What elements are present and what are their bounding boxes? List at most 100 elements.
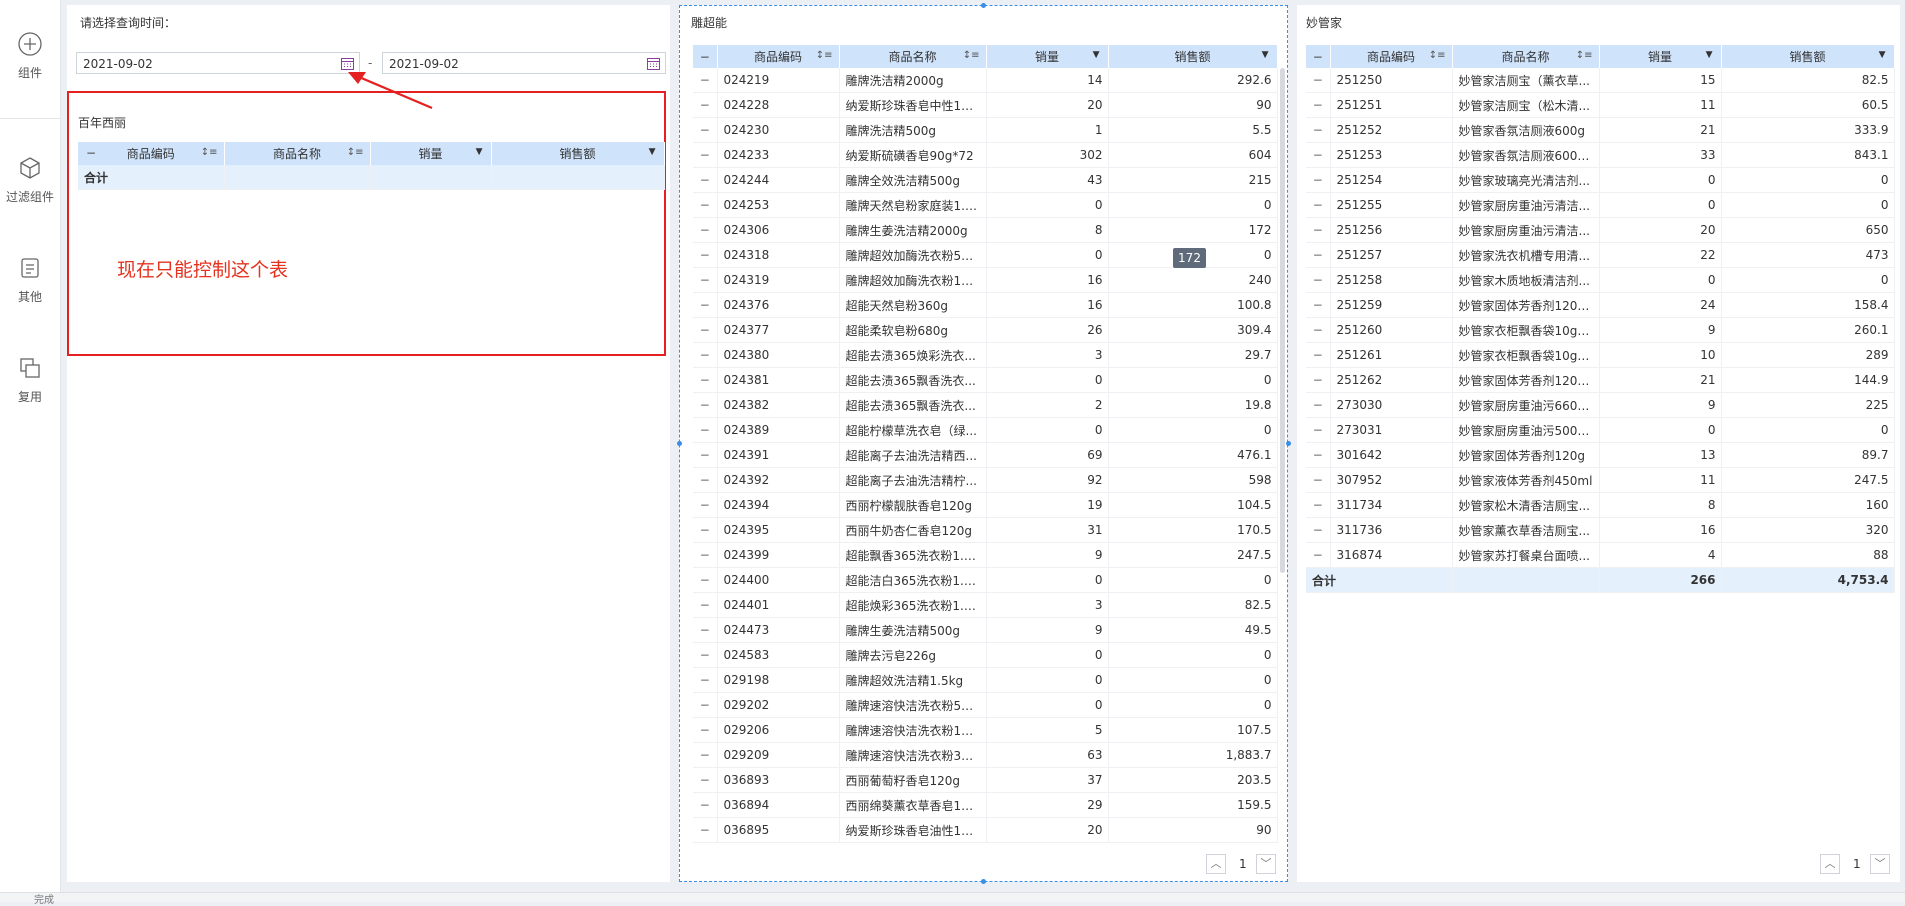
row-collapse-icon[interactable]: − [693,267,718,293]
row-collapse-icon[interactable]: − [1306,142,1331,168]
sort-icon[interactable]: ↕≡ [1429,50,1446,61]
row-collapse-icon[interactable]: − [1306,442,1331,468]
row-collapse-icon[interactable]: − [693,217,718,243]
resize-handle[interactable] [1286,441,1291,446]
row-collapse-icon[interactable]: − [1306,217,1331,243]
row-collapse-icon[interactable]: − [693,542,718,568]
page-up-button[interactable]: ︿ [1820,854,1840,874]
row-collapse-icon[interactable]: − [693,142,718,168]
row-collapse-icon[interactable]: − [693,817,718,843]
row-collapse-icon[interactable]: − [693,667,718,693]
row-collapse-icon[interactable]: − [1306,342,1331,368]
plus-circle-icon [18,32,42,56]
collapse-icon[interactable]: − [1313,50,1323,64]
row-collapse-icon[interactable]: − [693,392,718,418]
sort-icon[interactable]: ↕≡ [816,50,833,61]
row-collapse-icon[interactable]: − [693,642,718,668]
row-collapse-icon[interactable]: − [693,717,718,743]
sidebar-item-other[interactable]: 其他 [0,254,60,305]
row-collapse-icon[interactable]: − [1306,392,1331,418]
row-collapse-icon[interactable]: − [693,792,718,818]
column-header-name[interactable]: 商品名称 ↕≡ [839,45,987,68]
sort-icon[interactable]: ↕≡ [963,50,980,61]
dropdown-icon[interactable]: ▼ [476,147,483,157]
row-collapse-icon[interactable]: − [693,68,718,93]
row-collapse-icon[interactable]: − [1306,242,1331,268]
row-collapse-icon[interactable]: − [1306,267,1331,293]
vertical-scrollbar[interactable] [1280,68,1285,573]
sort-icon[interactable]: ↕≡ [1576,50,1593,61]
page-up-button[interactable]: ︿ [1206,854,1226,874]
sidebar-item-reuse[interactable]: 复用 [0,354,60,405]
column-header-code[interactable]: − 商品编码 ↕≡ [78,142,225,165]
column-header-amount[interactable]: 销售额 ▼ [491,142,665,165]
row-collapse-icon[interactable]: − [693,117,718,143]
cell-amount: 19.8 [1108,392,1278,418]
row-collapse-icon[interactable]: − [1306,117,1331,143]
column-header-code[interactable]: 商品编码 ↕≡ [717,45,840,68]
cell-qty: 21 [1599,367,1722,393]
column-header-name[interactable]: 商品名称 ↕≡ [224,142,371,165]
collapse-all-header[interactable]: − [1306,45,1331,68]
row-collapse-icon[interactable]: − [1306,467,1331,493]
row-collapse-icon[interactable]: − [1306,68,1331,93]
column-header-qty[interactable]: 销量 ▼ [1599,45,1722,68]
page-down-button[interactable]: ﹀ [1256,854,1276,874]
row-collapse-icon[interactable]: − [693,567,718,593]
row-collapse-icon[interactable]: − [693,317,718,343]
row-collapse-icon[interactable]: − [693,442,718,468]
row-collapse-icon[interactable]: − [693,742,718,768]
dropdown-icon[interactable]: ▼ [1706,50,1713,60]
row-collapse-icon[interactable]: − [1306,167,1331,193]
sidebar-item-filter-components[interactable]: 过滤组件 [0,154,60,205]
collapse-icon[interactable]: − [86,146,96,160]
row-collapse-icon[interactable]: − [1306,417,1331,443]
row-collapse-icon[interactable]: − [693,467,718,493]
row-collapse-icon[interactable]: − [693,167,718,193]
row-collapse-icon[interactable]: − [1306,367,1331,393]
dropdown-icon[interactable]: ▼ [649,147,656,157]
row-collapse-icon[interactable]: − [1306,92,1331,118]
row-collapse-icon[interactable]: − [693,192,718,218]
resize-handle[interactable] [981,3,986,8]
row-collapse-icon[interactable]: − [693,617,718,643]
column-header-code[interactable]: 商品编码 ↕≡ [1330,45,1453,68]
collapse-all-header[interactable]: − [693,45,718,68]
row-collapse-icon[interactable]: − [1306,192,1331,218]
row-collapse-icon[interactable]: − [693,367,718,393]
column-header-amount[interactable]: 销售额 ▼ [1721,45,1895,68]
cell-qty: 11 [1599,92,1722,118]
row-collapse-icon[interactable]: − [693,292,718,318]
sort-icon[interactable]: ↕≡ [201,147,218,158]
row-collapse-icon[interactable]: − [693,92,718,118]
row-collapse-icon[interactable]: − [1306,542,1331,568]
start-date-field[interactable]: 2021-09-02 [76,52,360,74]
dropdown-icon[interactable]: ▼ [1879,50,1886,60]
row-collapse-icon[interactable]: − [1306,517,1331,543]
sort-icon[interactable]: ↕≡ [347,147,364,158]
row-collapse-icon[interactable]: − [1306,492,1331,518]
cell-name: 妙管家厨房重油污清洁... [1452,192,1600,218]
resize-handle[interactable] [677,441,682,446]
row-collapse-icon[interactable]: − [693,342,718,368]
row-collapse-icon[interactable]: − [693,492,718,518]
row-collapse-icon[interactable]: − [693,517,718,543]
row-collapse-icon[interactable]: − [693,417,718,443]
column-header-qty[interactable]: 销量 ▼ [986,45,1109,68]
row-collapse-icon[interactable]: − [1306,317,1331,343]
page-down-button[interactable]: ﹀ [1870,854,1890,874]
resize-handle[interactable] [981,879,986,884]
calendar-icon[interactable] [647,57,660,70]
dropdown-icon[interactable]: ▼ [1093,50,1100,60]
row-collapse-icon[interactable]: − [693,692,718,718]
row-collapse-icon[interactable]: − [693,242,718,268]
column-header-qty[interactable]: 销量 ▼ [370,142,492,165]
dropdown-icon[interactable]: ▼ [1262,50,1269,60]
sidebar-item-components[interactable]: 组件 [0,30,60,81]
row-collapse-icon[interactable]: − [693,767,718,793]
column-header-amount[interactable]: 销售额 ▼ [1108,45,1278,68]
collapse-icon[interactable]: − [700,50,710,64]
row-collapse-icon[interactable]: − [1306,292,1331,318]
column-header-name[interactable]: 商品名称 ↕≡ [1452,45,1600,68]
row-collapse-icon[interactable]: − [693,592,718,618]
